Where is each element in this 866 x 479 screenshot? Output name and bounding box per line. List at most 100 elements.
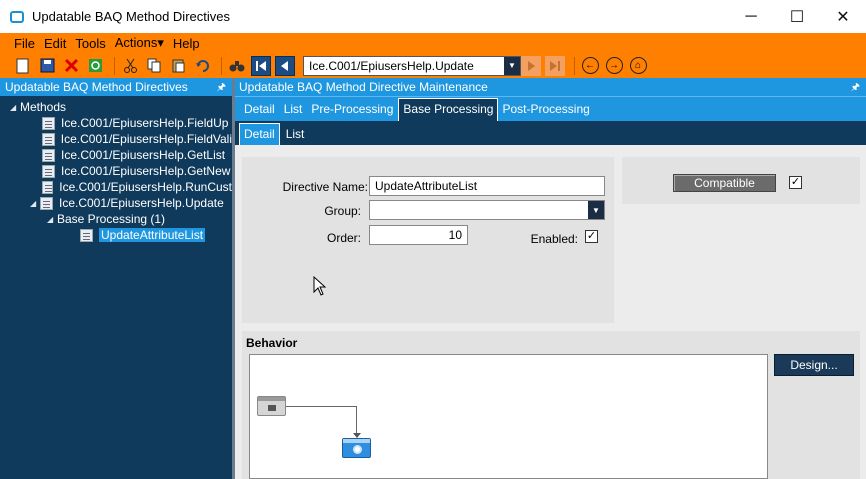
window-controls: ─ ☐ ✕ [728, 0, 866, 33]
gear-icon [353, 445, 362, 454]
tree-node-method[interactable]: Ice.C001/EpiusersHelp.FieldUp [0, 115, 232, 131]
tree-node-label-selected: UpdateAttributeList [99, 228, 206, 242]
forward-icon[interactable]: → [604, 56, 624, 76]
tree-node-directive[interactable]: UpdateAttributeList [0, 227, 232, 243]
app-icon [10, 10, 24, 23]
tree-node-label: Ice.C001/EpiusersHelp.FieldUp [61, 116, 229, 130]
menu-tools[interactable]: Tools [75, 36, 105, 51]
group-select[interactable]: ▼ [369, 200, 605, 220]
first-record-button[interactable] [251, 55, 271, 76]
menu-edit[interactable]: Edit [44, 36, 66, 51]
group-label: Group: [324, 204, 361, 218]
pin-icon[interactable]: 🖈 [851, 80, 860, 97]
tree-node-group[interactable]: ◢ Base Processing (1) [0, 211, 232, 227]
pin-icon[interactable]: 🖈 [217, 80, 226, 97]
tree-node-method[interactable]: ◢ Ice.C001/EpiusersHelp.Update [0, 195, 232, 211]
toolbar: Ice.C001/EpiusersHelp.Update ▼ ← → ⌂ [0, 53, 866, 78]
main-tabs: Detail List Pre-Processing Base Processi… [235, 96, 866, 121]
method-icon [42, 148, 55, 162]
new-icon[interactable] [13, 56, 33, 76]
compatibility-box: Compatible ✓ [622, 157, 860, 204]
home-icon[interactable]: ⌂ [628, 56, 648, 76]
method-tree-panel: Updatable BAQ Method Directives 🖈 ◢ Meth… [0, 78, 232, 479]
directive-name-label: Directive Name: [282, 180, 368, 194]
menu-bar: File Edit Tools Actions▾ Help [0, 33, 866, 53]
directive-name-input[interactable]: UpdateAttributeList [369, 176, 605, 196]
back-icon[interactable]: ← [580, 56, 600, 76]
tab-detail[interactable]: Detail [240, 102, 280, 121]
order-input[interactable]: 10 [369, 225, 468, 245]
refresh-icon[interactable] [85, 56, 105, 76]
next-record-button[interactable] [521, 55, 541, 76]
detail-content: Directive Name: UpdateAttributeList Grou… [235, 145, 866, 479]
tree-node-label: Ice.C001/EpiusersHelp.RunCust [59, 180, 232, 194]
enabled-checkbox[interactable]: ✓ [585, 230, 598, 243]
custom-code-node[interactable] [342, 438, 371, 458]
paste-icon[interactable] [168, 56, 188, 76]
copy-icon[interactable] [144, 56, 164, 76]
binoculars-icon[interactable] [227, 56, 247, 76]
connector-line [286, 406, 356, 407]
tab-base-processing[interactable]: Base Processing [398, 98, 499, 121]
method-icon [42, 180, 54, 194]
sub-tabs: Detail List [235, 121, 866, 145]
directive-icon [80, 228, 93, 242]
toolbar-separator [574, 56, 575, 75]
window-title: Updatable BAQ Method Directives [32, 9, 230, 24]
behavior-title: Behavior [246, 336, 298, 350]
tree-panel-title: Updatable BAQ Method Directives [5, 80, 188, 94]
subtab-detail[interactable]: Detail [239, 123, 280, 145]
tree-node-label: Ice.C001/EpiusersHelp.FieldVali [60, 132, 232, 146]
tree-node-label: Methods [20, 100, 67, 114]
behavior-section: Behavior Design... [242, 331, 860, 479]
tab-list[interactable]: List [280, 102, 308, 121]
tree-node-method[interactable]: Ice.C001/EpiusersHelp.RunCust [0, 179, 232, 195]
menu-actions[interactable]: Actions▾ [115, 35, 164, 51]
maintenance-header: Updatable BAQ Method Directive Maintenan… [235, 78, 866, 96]
toolbar-separator [114, 56, 115, 75]
record-selector[interactable]: Ice.C001/EpiusersHelp.Update ▼ [303, 55, 521, 76]
menu-file[interactable]: File [14, 36, 35, 51]
tree-node-label: Ice.C001/EpiusersHelp.Update [59, 196, 224, 210]
flag-icon [268, 405, 276, 411]
method-icon [42, 132, 55, 146]
tab-post-processing[interactable]: Post-Processing [498, 102, 594, 121]
close-button[interactable]: ✕ [820, 0, 866, 33]
compatible-checkbox[interactable]: ✓ [789, 176, 802, 189]
expand-icon[interactable]: ◢ [30, 199, 40, 208]
previous-record-button[interactable] [275, 55, 295, 76]
method-icon [42, 164, 55, 178]
chevron-down-icon[interactable]: ▼ [504, 56, 520, 75]
directive-name-value: UpdateAttributeList [375, 179, 478, 193]
tab-pre-processing[interactable]: Pre-Processing [307, 102, 398, 121]
minimize-button[interactable]: ─ [728, 0, 774, 33]
tree-panel-header: Updatable BAQ Method Directives 🖈 [0, 78, 232, 96]
menu-help[interactable]: Help [173, 36, 200, 51]
chevron-down-icon[interactable]: ▼ [588, 201, 604, 219]
tree-node-method[interactable]: Ice.C001/EpiusersHelp.GetList [0, 147, 232, 163]
compatible-button[interactable]: Compatible [673, 174, 776, 192]
tree-node-label: Base Processing (1) [57, 212, 166, 226]
order-value: 10 [448, 228, 462, 242]
method-tree: ◢ Methods Ice.C001/EpiusersHelp.FieldUp … [0, 96, 232, 243]
start-node[interactable] [257, 396, 286, 416]
subtab-list[interactable]: List [280, 127, 311, 145]
design-button[interactable]: Design... [774, 354, 854, 376]
tree-node-method[interactable]: Ice.C001/EpiusersHelp.GetNew [0, 163, 232, 179]
last-record-button[interactable] [545, 55, 565, 76]
cut-icon[interactable] [120, 56, 140, 76]
order-label: Order: [326, 231, 361, 245]
undo-icon[interactable] [192, 56, 212, 76]
tree-node-label: Ice.C001/EpiusersHelp.GetNew [61, 164, 231, 178]
tree-node-method[interactable]: Ice.C001/EpiusersHelp.FieldVali [0, 131, 232, 147]
delete-icon[interactable] [61, 56, 81, 76]
record-selector-value: Ice.C001/EpiusersHelp.Update [309, 58, 474, 73]
workflow-canvas[interactable] [249, 354, 768, 479]
expand-icon[interactable]: ◢ [10, 103, 20, 112]
tree-node-methods[interactable]: ◢ Methods [0, 99, 232, 115]
save-icon[interactable] [37, 56, 57, 76]
expand-icon[interactable]: ◢ [47, 215, 57, 224]
mouse-cursor-icon [313, 276, 327, 296]
maximize-button[interactable]: ☐ [774, 0, 820, 33]
maintenance-title: Updatable BAQ Method Directive Maintenan… [239, 80, 488, 94]
